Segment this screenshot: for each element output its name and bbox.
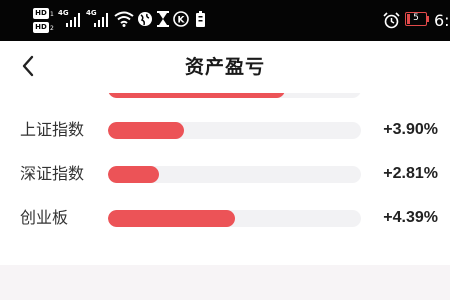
index-change: +2.81% — [383, 165, 438, 182]
battery-level: 5 — [413, 13, 419, 23]
wifi-icon — [114, 11, 134, 27]
hourglass-icon — [157, 11, 169, 27]
battery-indicator: 5 — [405, 12, 427, 26]
index-list: 上证指数 +3.90% 深证指数 +2.81% 创业板 +4.39% — [0, 93, 450, 265]
section-divider-band — [0, 265, 450, 300]
back-button[interactable] — [14, 51, 44, 81]
bar-track — [108, 166, 361, 183]
hd-badge-1-sub: 1 — [50, 11, 54, 18]
app-header: 资产盈亏 — [0, 41, 450, 93]
index-row-shanghai[interactable]: 上证指数 +3.90% — [0, 118, 450, 142]
index-name: 上证指数 — [20, 120, 85, 139]
alarm-icon — [383, 12, 400, 29]
bar-track — [108, 93, 361, 98]
svg-text:K: K — [178, 16, 186, 26]
index-row-chinext[interactable]: 创业板 +4.39% — [0, 206, 450, 230]
hd-badge-1: HD — [33, 8, 49, 19]
bar-fill — [108, 122, 184, 139]
hd-badge-2-sub: 2 — [50, 25, 54, 32]
bar-fill — [108, 93, 285, 98]
clock: 6: — [434, 11, 450, 30]
index-name: 创业板 — [20, 208, 69, 227]
signal-strength-2-icon — [94, 13, 108, 27]
index-change: +3.90% — [383, 121, 438, 138]
bar-track — [108, 122, 361, 139]
bar-fill — [108, 210, 235, 227]
app-screen: HD 1 HD 2 4G 4G K 5 6: 资产盈亏 上证指数 +3.90% … — [0, 0, 450, 300]
index-change: +4.39% — [383, 209, 438, 226]
globe-icon — [138, 12, 152, 26]
index-row-partial — [0, 93, 450, 101]
hd-badge-2: HD — [33, 22, 49, 33]
k-badge-icon: K — [173, 11, 189, 27]
index-name: 深证指数 — [20, 164, 85, 183]
page-title: 资产盈亏 — [184, 56, 265, 78]
battery-saver-icon — [196, 11, 205, 27]
bar-track — [108, 210, 361, 227]
index-row-shenzhen[interactable]: 深证指数 +2.81% — [0, 162, 450, 186]
bar-fill — [108, 166, 159, 183]
chevron-left-icon — [22, 55, 34, 77]
status-bar: HD 1 HD 2 4G 4G K 5 6: — [0, 0, 450, 41]
battery-tip — [427, 16, 429, 22]
signal-strength-1-icon — [66, 13, 80, 27]
